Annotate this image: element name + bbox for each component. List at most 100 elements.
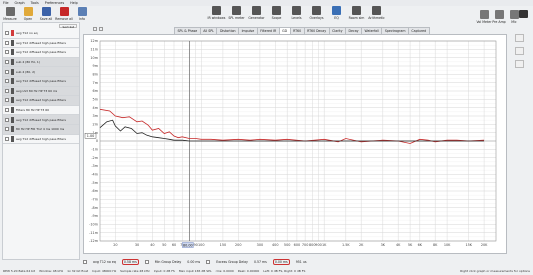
levels-button[interactable]: Levels [288,6,305,20]
measurement-item[interactable]: sub 4 (80 Hz, 1) [3,57,79,68]
controls-toggle-icon[interactable] [93,27,97,31]
generator-button[interactable]: Generator [248,6,265,20]
scope-button[interactable]: Scope [268,6,285,20]
remove-all-button[interactable]: Remove all [55,7,73,23]
folder-open-icon [23,7,33,16]
x-tick-label: 400 [272,243,278,247]
levels-icon [292,6,301,15]
menu-file[interactable]: File [3,1,9,5]
zoom-out-icon[interactable] [514,47,524,55]
measurement-checkbox[interactable] [5,50,9,55]
measurement-name: sub 4 (80 Hz, 1) [16,60,40,65]
menu-help[interactable]: Help [70,1,78,5]
y-tick-label: 7m [93,81,99,85]
status-items: Window: 48 kHz 1x 32 bit float Input: 4800… [39,269,305,274]
measurement-color-swatch [11,116,14,123]
status-item: Sample rate 48 kHz [120,269,150,273]
overlays-button[interactable]: Overlays [308,6,325,20]
measurement-color-swatch [11,107,14,114]
y-tick-label: 5m [93,98,99,102]
measurement-name: avg T12 diffused high pass filters [16,136,66,141]
open-button[interactable]: Open [21,7,35,23]
measurement-item[interactable]: 80 Hz HP FIR T12 4 ms 1000 ms [3,124,79,135]
menu-preferences[interactable]: Preferences [45,1,64,5]
preferences-icon[interactable] [519,10,528,18]
room-sim-button[interactable]: Room sim [348,6,365,20]
status-item: 1x 32 bit float [67,269,89,273]
toolbar-label: Generator [248,16,265,20]
sort-list-button[interactable]: Sort list [59,24,77,29]
info-button[interactable]: Info [75,7,89,23]
toolbar-label: Room sim [348,16,365,20]
cursor-readout: 0.00 ms [272,259,290,265]
measurement-item[interactable]: avg T12 diffused high pass filters [3,39,79,49]
eq-button[interactable]: EQ [328,6,345,20]
measurement-checkbox[interactable] [5,88,9,93]
save-all-button[interactable]: Save all [39,7,53,23]
x-tick-label: 40 [150,243,154,247]
measurement-item[interactable]: Filters 80 Hz HP T3 60 [3,106,79,116]
measurement-checkbox[interactable] [5,136,9,141]
toolbar-label: Remove all [55,17,73,21]
group-delay-graph[interactable]: 12m 11m 10m 9m 8m 7m 6m 5m 4m 3m 2m 1m 0 -1m -2m -3m -4m… [83,34,507,254]
pre-amp-button[interactable]: Pre Amp [492,10,506,24]
x-tick-label: 10K [444,243,451,247]
trace1-checkbox[interactable] [83,260,87,264]
toolbar-label: Pre Amp [492,20,506,24]
arithmetic-button[interactable]: Arithmetic [368,6,385,20]
measurement-color-swatch [11,30,14,37]
x-tick-label: 15K [465,243,472,247]
y-tick-label: -11m [89,231,99,235]
measurement-item[interactable]: avg T12 diffused high pass filters [3,76,79,87]
measurement-checkbox[interactable] [5,98,9,103]
y-tick-label: -1m [91,148,98,152]
x-tick-label: 200 [235,243,241,247]
ir-windows-button[interactable]: IR windows [208,6,225,20]
measurement-checkbox[interactable] [5,117,9,122]
measurement-item[interactable]: avg LS3 80 Hz HP T3 60 ms [3,86,79,97]
fit-icon[interactable] [514,60,524,68]
trace2-checkbox[interactable] [144,260,149,264]
y-tick-label: 0 [96,139,98,143]
spl-meter-button[interactable]: SPL meter [228,6,245,20]
menu-tools[interactable]: Tools [31,1,39,5]
series-line-1 [99,108,485,144]
trace3-checkbox[interactable] [206,260,211,264]
vol-meter-button[interactable]: Vol Meter [477,10,492,24]
measurement-checkbox[interactable] [5,40,9,45]
menu-graph[interactable]: Graph [15,1,25,5]
measurement-name: avg T12 diffused high pass filters [16,50,66,55]
eq-icon [332,6,341,15]
x-tick-label: 1.5K [342,243,350,247]
measurement-item[interactable]: avg T12 no eq [3,29,79,39]
measurement-checkbox[interactable] [5,69,9,74]
measurement-checkbox[interactable] [5,31,9,36]
x-tick-label: 150 [220,243,226,247]
toolbar-label: Scope [271,16,282,20]
measurement-item[interactable]: sub 4 (80, 2) [3,67,79,77]
status-item: Input: 48000 Hz [92,269,117,273]
y-tick-label: 11m [90,48,98,52]
toolbar-label: EQ [334,16,339,20]
x-tick-label: 2K [359,243,364,247]
measurement-color-swatch [11,78,14,85]
y-tick-label: -10m [89,223,99,227]
measurement-checkbox[interactable] [5,79,9,84]
measurement-item[interactable]: avg T12 diffused high pass filters [3,48,79,58]
y-tick-label: 9m [93,64,99,68]
status-item: Peak: 0.00000 [237,269,260,273]
measurement-name: avg T12 diffused high pass filters [16,79,66,84]
graph-side-tools [508,34,530,68]
measure-button[interactable]: Measure [3,7,17,23]
measurement-item[interactable]: avg T12 diffused high pass filters [3,135,79,145]
legend-toggle-icon[interactable] [99,27,103,31]
measurement-item[interactable]: avg T12 diffused high pass filters [3,115,79,125]
measurement-checkbox[interactable] [5,127,9,132]
measurement-checkbox[interactable] [5,108,9,113]
x-tick-label: 30 [135,243,139,247]
measurement-checkbox[interactable] [5,60,9,65]
rew-window: File Graph Tools Preferences Help Measure Ope… [0,0,533,275]
measurement-item[interactable]: avg T12 diffused high pass filters [3,96,79,106]
status-item: Input: 0 dB FS [153,269,175,273]
zoom-in-icon[interactable] [514,34,524,42]
